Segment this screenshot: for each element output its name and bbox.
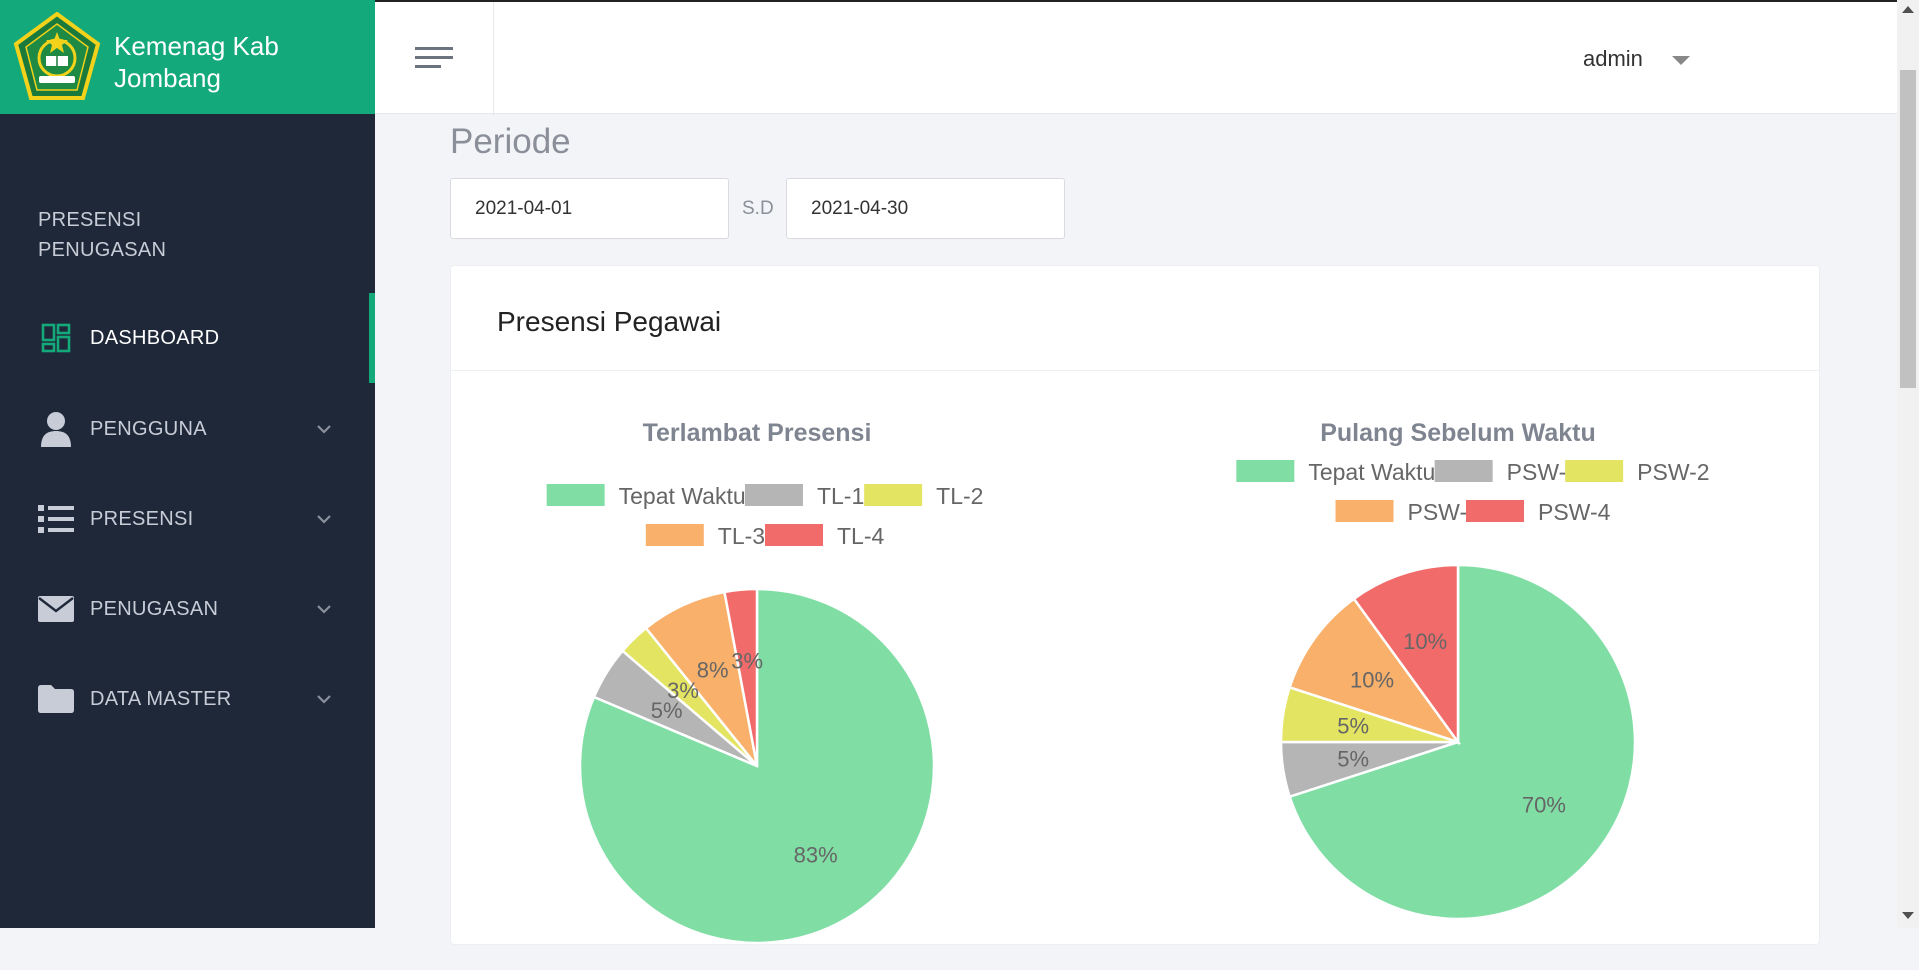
sidebar: Kemenag Kab Jombang PRESENSI PENUGASAN D… [0,0,375,928]
caret-down-icon[interactable] [1672,55,1690,67]
presensi-pegawai-card: Presensi Pegawai Terlambat Presensi Tepat… [450,265,1820,945]
legend-label: PSW-2 [1637,459,1709,485]
sidebar-item-label: DATA MASTER [90,687,232,710]
legend-swatch [1335,500,1394,522]
user-menu[interactable]: admin [1583,46,1643,72]
card-title: Presensi Pegawai [497,306,722,337]
legend-label: TL-1 [817,483,864,509]
chart-terlambat-presensi: Terlambat Presensi Tepat Waktu TL-1 TL-2 TL-… [475,370,1125,970]
legend-label: Tepat Waktu [1308,459,1435,485]
legend-swatch [864,484,923,506]
legend-item-tl-2[interactable]: TL-2 [864,483,983,509]
legend-label: Tepat Waktu [619,483,746,509]
pie-chart-pulang: Pulang Sebelum Waktu Tepat Waktu PSW-1 PSW-… [1236,419,1710,921]
slice-value-label: 3% [731,648,763,673]
legend-item-tl-1[interactable]: TL-1 [744,483,864,509]
scroll-up-arrow-icon[interactable] [1902,6,1914,13]
user-icon [38,411,74,447]
sidebar-item-dashboard[interactable]: DASHBOARD [0,293,375,383]
chevron-down-icon [317,425,331,434]
legend-label: TL-3 [718,523,765,549]
sidebar-item-label: PRESENSI [90,507,194,530]
legend-swatch [1434,460,1493,482]
legend-item-psw-1[interactable]: PSW-1 [1434,459,1579,485]
slice-value-label: 3% [667,678,699,703]
end-date-input[interactable] [786,178,1065,239]
scrollbar[interactable] [1897,0,1919,928]
chart-title: Pulang Sebelum Waktu [1320,419,1596,447]
scroll-down-arrow-icon[interactable] [1902,912,1914,919]
card-header: Presensi Pegawai [451,266,1819,371]
hamburger-menu-icon[interactable] [415,42,455,74]
brand-header[interactable]: Kemenag Kab Jombang [0,0,375,114]
pie-chart-terlambat: Terlambat Presensi Tepat Waktu TL-1 TL-2 TL-… [546,419,983,945]
sidebar-item-pengguna[interactable]: PENGGUNA [0,384,375,474]
chart-title: Terlambat Presensi [643,419,872,447]
active-indicator [369,293,375,383]
legend-label: PSW-4 [1538,499,1611,525]
legend-label: TL-2 [936,483,983,509]
scroll-thumb[interactable] [1900,70,1916,388]
slice-value-label: 5% [1337,747,1369,772]
kemenag-logo [13,12,101,100]
nav-section-label: PRESENSI PENUGASAN [38,209,167,261]
legend-swatch [1236,460,1295,482]
legend-item-tl-4[interactable]: TL-4 [765,523,885,549]
legend-swatch [744,484,803,506]
sidebar-item-penugasan[interactable]: PENUGASAN [0,564,375,654]
start-date-input[interactable] [450,178,729,239]
legend-swatch [765,524,823,546]
slice-value-label: 10% [1350,668,1394,693]
slice-value-label: 70% [1522,792,1566,817]
slice-value-label: 83% [794,843,838,868]
sidebar-item-presensi[interactable]: PRESENSI [0,474,375,564]
sidebar-item-label: PENGGUNA [90,417,207,440]
list-icon [38,501,74,537]
legend-swatch [645,524,704,546]
chevron-down-icon [317,695,331,704]
legend-item-psw-2[interactable]: PSW-2 [1565,459,1710,485]
legend-item-psw-4[interactable]: PSW-4 [1466,499,1611,525]
legend-item-tepat-waktu[interactable]: Tepat Waktu [1236,459,1435,485]
chevron-down-icon [317,515,331,524]
legend-item-psw-3[interactable]: PSW-3 [1335,499,1480,525]
folder-icon [38,681,74,717]
dashboard-icon [38,320,74,356]
slice-value-label: 10% [1403,629,1447,654]
legend-label: TL-4 [837,523,885,549]
date-separator: S.D [742,198,774,219]
sidebar-item-data-master[interactable]: DATA MASTER [0,654,375,744]
legend-swatch [1565,460,1624,482]
slice-value-label: 8% [697,658,729,683]
legend-item-tepat-waktu[interactable]: Tepat Waktu [546,483,746,509]
envelope-icon [38,591,74,627]
brand-title: Kemenag Kab Jombang [114,31,279,93]
legend-swatch [1466,500,1524,522]
top-divider [493,2,494,116]
legend-swatch [546,484,605,506]
legend-item-tl-3[interactable]: TL-3 [645,523,765,549]
chevron-down-icon [317,605,331,614]
periode-title: Periode [450,122,571,161]
sidebar-item-label: PENUGASAN [90,597,219,620]
chart-pulang-sebelum-waktu: Pulang Sebelum Waktu Tepat Waktu PSW-1 PSW-… [1135,370,1785,970]
top-bar: admin [375,0,1897,116]
sidebar-item-label: DASHBOARD [90,326,220,349]
slice-value-label: 5% [1337,713,1369,738]
